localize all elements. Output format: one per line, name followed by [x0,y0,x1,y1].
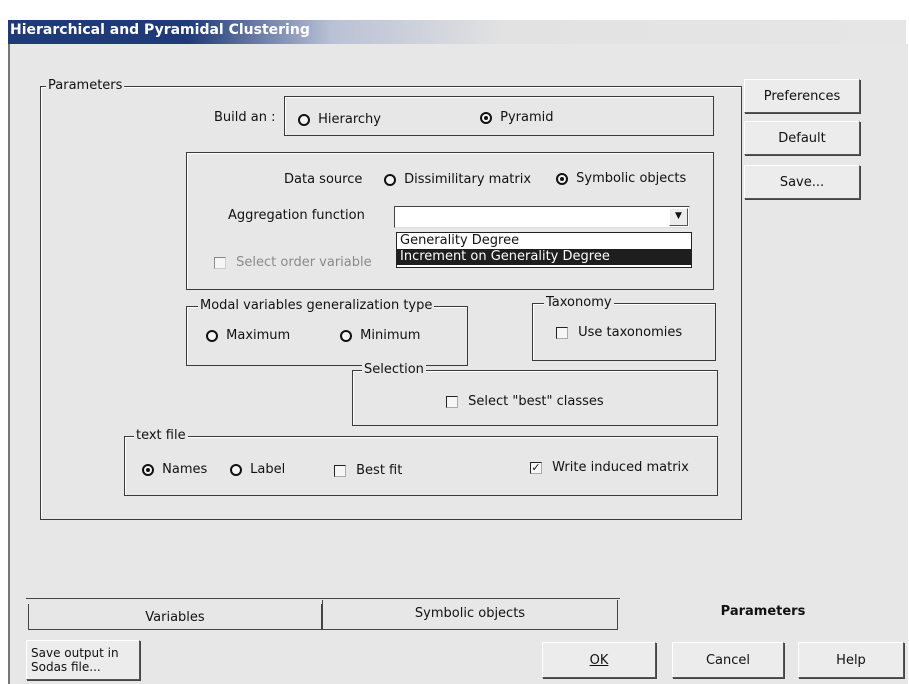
parameters-legend: Parameters [46,78,125,93]
maximum-label: Maximum [226,328,291,343]
preferences-button[interactable]: Preferences [744,79,860,113]
minimum-label: Minimum [360,328,421,343]
tab-symbolic-objects[interactable]: Symbolic objects [322,600,618,630]
data-source-label: Data source [284,172,363,187]
label-radio[interactable]: Label [230,462,285,477]
window-title: Hierarchical and Pyramidal Clustering [10,22,310,38]
help-button[interactable]: Help [798,642,904,678]
best-fit-label: Best fit [356,463,403,478]
maximum-radio[interactable]: Maximum [206,328,290,343]
best-fit-box[interactable] [334,464,346,477]
text-file-legend: text file [134,428,188,443]
symbolic-objects-label: Symbolic objects [576,171,687,186]
save-output-line2: Sodas file... [31,660,101,674]
help-label: Help [836,652,866,668]
aggregation-option-increment[interactable]: Increment on Generality Degree [397,249,691,265]
ok-button[interactable]: OK [542,642,656,678]
symbolic-objects-radio[interactable]: Symbolic objects [556,171,686,186]
write-induced-label: Write induced matrix [552,460,689,475]
minimum-radio[interactable]: Minimum [340,328,420,343]
save-output-line1: Save output in [31,646,119,660]
select-best-checkbox[interactable]: Select "best" classes [446,394,604,409]
cancel-label: Cancel [705,652,751,668]
tab-symbolic-objects-label: Symbolic objects [414,606,526,621]
pyramid-label: Pyramid [500,110,554,125]
taxonomy-legend: Taxonomy [544,295,614,310]
pyramid-radio[interactable]: Pyramid [480,110,554,125]
selection-legend: Selection [362,362,426,377]
default-button[interactable]: Default [744,121,860,155]
hierarchy-radio-circle[interactable] [298,113,310,126]
dissimilarity-radio-circle[interactable] [384,173,396,186]
symbolic-objects-radio-circle[interactable] [556,172,568,185]
pyramid-radio-circle[interactable] [480,111,492,124]
names-label: Names [162,462,208,477]
names-radio[interactable]: Names [142,462,207,477]
cancel-button[interactable]: Cancel [672,642,784,678]
hierarchy-radio[interactable]: Hierarchy [298,112,381,127]
build-an-label: Build an : [214,110,276,125]
aggregation-option-generality[interactable]: Generality Degree [397,233,691,249]
tab-parameters[interactable]: Parameters [620,598,906,630]
select-order-variable-label: Select order variable [236,255,372,270]
label-option-label: Label [250,462,286,477]
save-output-button[interactable]: Save output in Sodas file... [26,640,140,680]
select-best-box[interactable] [446,395,458,408]
minimum-radio-circle[interactable] [340,329,352,342]
ok-label: OK [589,652,609,668]
names-radio-circle[interactable] [142,463,154,476]
tab-variables[interactable]: Variables [28,604,322,630]
modal-variables-legend: Modal variables generalization type [198,298,435,313]
dissimilarity-radio[interactable]: Dissimilitary matrix [384,172,531,187]
write-induced-checkbox[interactable]: ✓ Write induced matrix [530,460,689,475]
tab-parameters-label: Parameters [720,604,806,619]
aggregation-dropdown[interactable] [394,206,690,228]
aggregation-label: Aggregation function [228,208,365,223]
use-taxonomies-box[interactable] [556,326,568,339]
tab-variables-label: Variables [145,610,205,625]
select-best-label: Select "best" classes [468,394,604,409]
write-induced-box[interactable]: ✓ [530,461,542,474]
hierarchy-label: Hierarchy [318,112,381,127]
label-radio-circle[interactable] [230,463,242,476]
use-taxonomies-checkbox[interactable]: Use taxonomies [556,325,682,340]
best-fit-checkbox[interactable]: Best fit [334,463,402,478]
maximum-radio-circle[interactable] [206,329,218,342]
chevron-down-icon[interactable]: ▼ [669,208,688,226]
use-taxonomies-label: Use taxonomies [578,325,683,340]
aggregation-options-list: Generality Degree Increment on Generalit… [396,232,692,268]
dissimilarity-label: Dissimilitary matrix [404,172,532,187]
save-button[interactable]: Save... [744,165,860,199]
select-order-variable-box[interactable] [214,256,226,269]
select-order-variable-checkbox[interactable]: Select order variable [214,255,372,270]
